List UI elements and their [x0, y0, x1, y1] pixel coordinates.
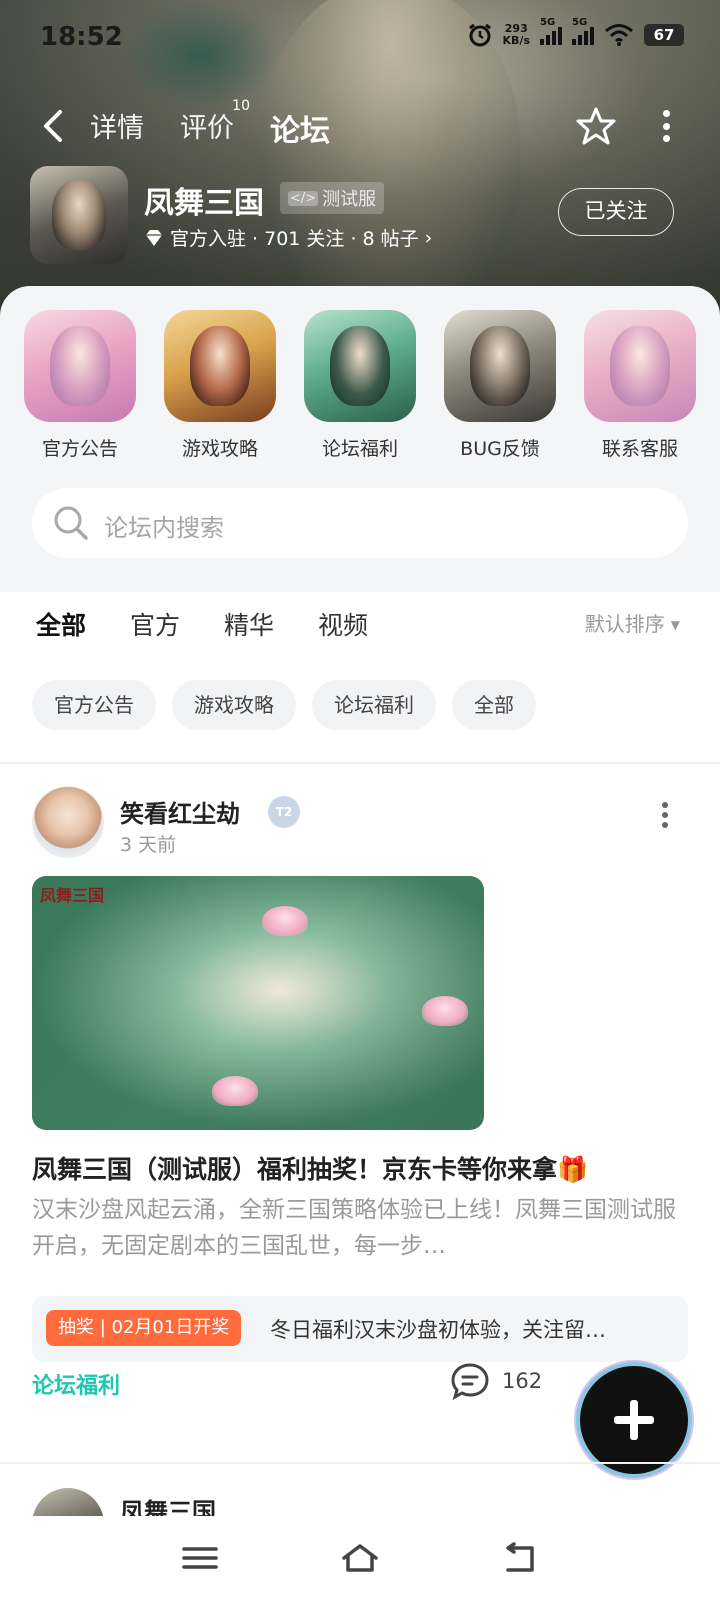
- new-post-button[interactable]: [580, 1366, 688, 1474]
- system-navigation-bar: [0, 1516, 720, 1600]
- lottery-badge: 抽奖 | 02月01日开奖: [46, 1310, 242, 1346]
- lotus-artwork: [212, 1076, 258, 1106]
- forum-search-input[interactable]: 论坛内搜索: [32, 488, 688, 558]
- home-icon[interactable]: [340, 1542, 380, 1574]
- search-placeholder: 论坛内搜索: [104, 514, 224, 542]
- shortcut-forum-welfare[interactable]: 论坛福利: [304, 310, 416, 461]
- shortcut-game-guide[interactable]: 游戏攻略: [164, 310, 276, 461]
- signal-icon-sim1: 5G: [540, 17, 562, 45]
- shortcut-official-notice[interactable]: 官方公告: [24, 310, 136, 461]
- comment-count: 162: [502, 1369, 543, 1393]
- author-avatar[interactable]: [32, 786, 104, 858]
- filter-chips: 官方公告 游戏攻略 论坛福利 全部: [32, 680, 536, 730]
- gift-icon: 🎁: [557, 1155, 589, 1184]
- review-count-badge: 10: [232, 98, 250, 114]
- category-tab-official[interactable]: 官方: [130, 606, 180, 642]
- author-name[interactable]: 凤舞三国: [120, 1492, 216, 1518]
- status-bar: 18:52 293 KB/s 5G 5G 67: [0, 0, 720, 76]
- comment-icon: [451, 1363, 489, 1400]
- category-tab-all[interactable]: 全部: [36, 606, 87, 648]
- code-icon: </>: [288, 190, 319, 206]
- page-tabs: 详情 评价 10 论坛: [90, 98, 334, 150]
- wifi-icon: [605, 24, 633, 46]
- alarm-icon: [468, 23, 491, 47]
- diamond-icon: [146, 229, 162, 246]
- game-name: 凤舞三国: [144, 186, 264, 221]
- lotus-artwork: [262, 906, 308, 936]
- user-level-badge: T2: [268, 796, 300, 828]
- game-meta[interactable]: 官方入驻 · 701 关注 · 8 帖子 ›: [144, 224, 432, 251]
- chevron-right-icon: ›: [424, 226, 433, 249]
- top-nav: 详情 评价 10 论坛: [0, 96, 720, 156]
- test-server-badge: </> 测试服: [280, 182, 385, 214]
- follow-button[interactable]: 已关注: [558, 188, 674, 236]
- back-arrow-icon[interactable]: [38, 108, 68, 144]
- back-icon[interactable]: [500, 1542, 540, 1574]
- shortcut-grid: 官方公告 游戏攻略 论坛福利 BUG反馈 联系客服: [24, 310, 696, 461]
- lotus-artwork: [422, 996, 468, 1026]
- post-image[interactable]: 凤舞三国: [32, 876, 484, 1130]
- chip-all[interactable]: 全部: [452, 680, 536, 730]
- author-avatar[interactable]: [32, 1488, 104, 1518]
- shortcut-bug-feedback[interactable]: BUG反馈: [444, 310, 556, 461]
- post-time: 3 天前: [120, 834, 177, 856]
- tab-details[interactable]: 详情: [90, 106, 144, 150]
- game-header: 凤舞三国 </> 测试服 官方入驻 · 701 关注 · 8 帖子 › 已关注: [30, 166, 690, 266]
- tab-reviews[interactable]: 评价 10: [180, 98, 250, 150]
- shortcut-customer-service[interactable]: 联系客服: [584, 310, 696, 461]
- tab-forum[interactable]: 论坛: [266, 106, 334, 150]
- comment-button[interactable]: 162: [450, 1362, 542, 1400]
- author-name[interactable]: 笑看红尘劫: [120, 794, 240, 829]
- category-tab-featured[interactable]: 精华: [224, 606, 274, 642]
- image-watermark: 凤舞三国: [40, 886, 105, 905]
- signal-icon-sim2: 5G: [572, 17, 594, 45]
- category-tab-video[interactable]: 视频: [318, 606, 368, 642]
- divider: [0, 762, 720, 764]
- lottery-text: 冬日福利汉末沙盘初体验，关注留…: [270, 1318, 606, 1342]
- chip-official-notice[interactable]: 官方公告: [32, 680, 156, 730]
- post-description: 汉末沙盘风起云涌，全新三国策略体验已上线！凤舞三国测试服开启，无固定剧本的三国乱…: [32, 1197, 676, 1259]
- shortcut-image: [24, 310, 136, 422]
- battery-indicator: 67: [644, 24, 684, 46]
- favorite-star-icon[interactable]: [574, 104, 618, 148]
- shortcut-image: [164, 310, 276, 422]
- shortcut-image: [304, 310, 416, 422]
- chip-game-guide[interactable]: 游戏攻略: [172, 680, 296, 730]
- chip-forum-welfare[interactable]: 论坛福利: [312, 680, 436, 730]
- caret-down-icon: ▼: [670, 618, 680, 632]
- post-title[interactable]: 凤舞三国（测试服）福利抽奖！京东卡等你来拿🎁: [32, 1150, 692, 1186]
- more-options-icon[interactable]: [660, 110, 672, 142]
- game-icon[interactable]: [30, 166, 128, 264]
- post-more-icon[interactable]: [662, 802, 670, 828]
- shortcut-image: [584, 310, 696, 422]
- shortcut-image: [444, 310, 556, 422]
- post-forum-tag[interactable]: 论坛福利: [32, 1368, 120, 1400]
- sort-dropdown[interactable]: 默认排序 ▼: [585, 608, 680, 637]
- post-card[interactable]: 凤舞三国: [0, 1488, 720, 1518]
- divider: [0, 1462, 720, 1464]
- forum-shortcuts-panel: 官方公告 游戏攻略 论坛福利 BUG反馈 联系客服 论坛内搜索: [0, 286, 720, 592]
- status-time: 18:52: [40, 22, 123, 52]
- menu-icon[interactable]: [180, 1542, 220, 1574]
- lottery-banner[interactable]: 抽奖 | 02月01日开奖 冬日福利汉末沙盘初体验，关注留…: [32, 1296, 688, 1362]
- network-speed: 293 KB/s: [502, 22, 530, 47]
- search-icon: [54, 506, 88, 540]
